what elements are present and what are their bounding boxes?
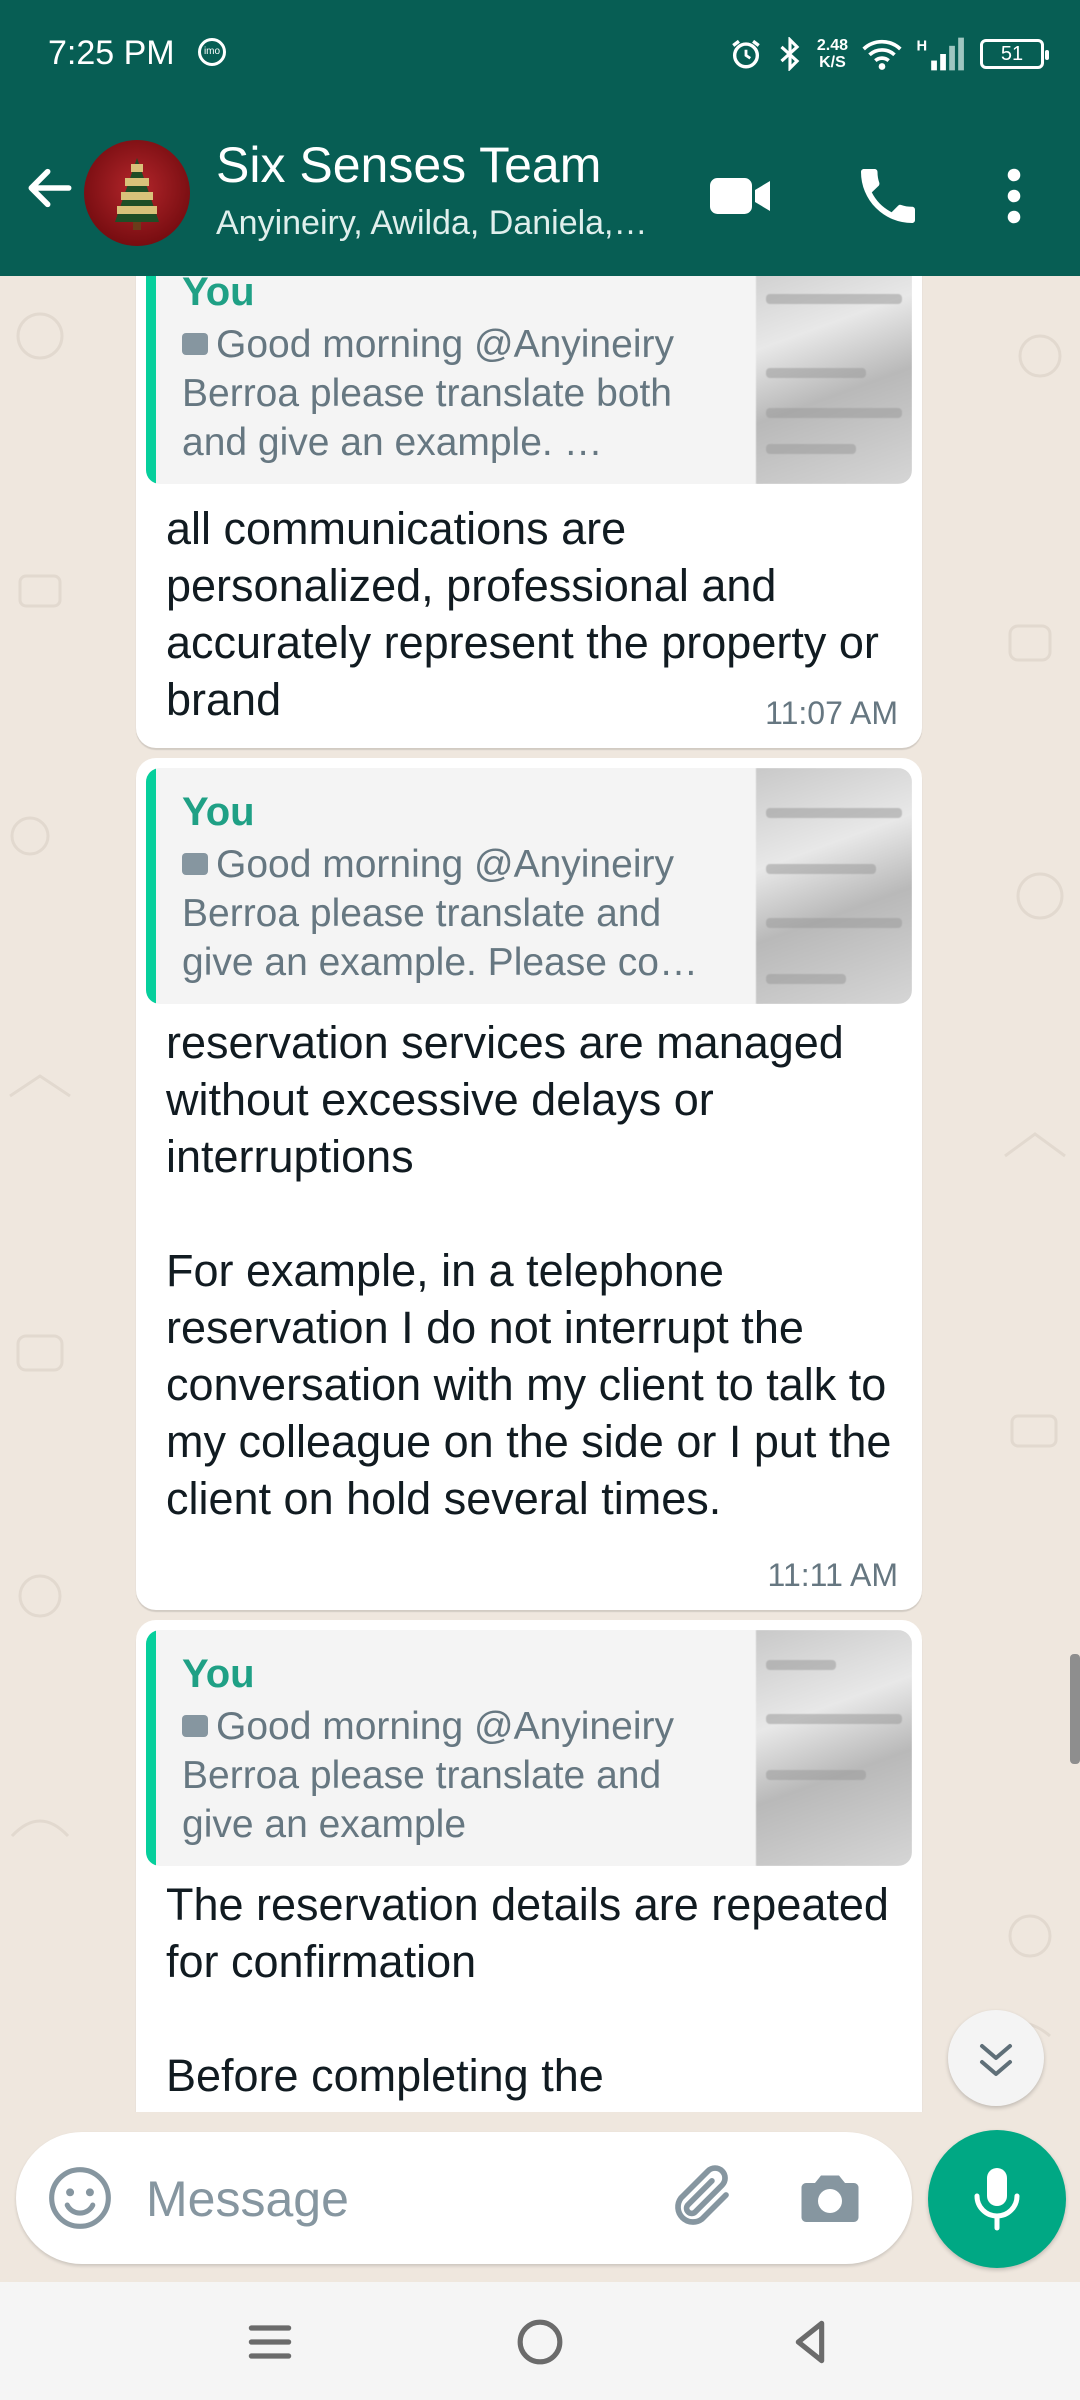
quote-thumbnail bbox=[756, 276, 912, 484]
system-nav-bar bbox=[0, 2282, 1080, 2400]
message-bubble[interactable]: You Good morning @Anyineiry Berroa pleas… bbox=[136, 758, 922, 1610]
quote-author: You bbox=[182, 1652, 255, 1696]
status-bar: 7:25 PM imo 2.48 K/S H 51 bbox=[0, 0, 1080, 108]
chat-area[interactable]: You Good morning @Anyineiry Berroa pleas… bbox=[0, 276, 1080, 2112]
wifi-icon bbox=[862, 39, 902, 70]
chat-title[interactable]: Six Senses Team bbox=[216, 136, 601, 194]
emoji-icon[interactable] bbox=[46, 2164, 114, 2232]
quoted-message[interactable]: You Good morning @Anyineiry Berroa pleas… bbox=[146, 768, 912, 1004]
quote-thumbnail bbox=[756, 768, 912, 1004]
signal-icon: H bbox=[916, 37, 964, 71]
image-icon bbox=[182, 332, 208, 355]
video-call-icon[interactable] bbox=[704, 160, 776, 232]
quote-thumbnail bbox=[756, 1630, 912, 1866]
voice-call-icon[interactable] bbox=[852, 160, 924, 232]
chat-participants[interactable]: Anyineiry, Awilda, Daniela,… bbox=[216, 204, 676, 243]
home-icon[interactable] bbox=[512, 2314, 568, 2370]
scrollbar-thumb[interactable] bbox=[1070, 1654, 1080, 1764]
group-avatar[interactable] bbox=[84, 140, 190, 246]
scroll-to-bottom-button[interactable] bbox=[948, 2010, 1044, 2106]
back-icon[interactable] bbox=[782, 2314, 838, 2370]
message-text: all communications are personalized, pro… bbox=[166, 503, 892, 725]
message-bubble[interactable]: You Good morning @Anyineiry Berroa pleas… bbox=[136, 1620, 922, 2112]
quote-accent-bar bbox=[146, 1630, 156, 1866]
camera-icon[interactable] bbox=[794, 2162, 866, 2234]
scroll-down-icon bbox=[980, 2044, 1012, 2076]
quote-text: Good morning @Anyineiry Berroa please tr… bbox=[182, 323, 674, 464]
voice-message-button[interactable] bbox=[928, 2130, 1066, 2268]
alarm-icon bbox=[732, 39, 760, 69]
quote-author: You bbox=[182, 790, 255, 834]
image-icon bbox=[182, 1714, 208, 1737]
mic-icon bbox=[974, 2168, 1020, 2231]
message-time: 11:07 AM bbox=[765, 695, 898, 731]
quoted-message[interactable]: You Good morning @Anyineiry Berroa pleas… bbox=[146, 1630, 912, 1866]
bluetooth-icon bbox=[780, 37, 800, 71]
chat-header: Six Senses Team Anyineiry, Awilda, Danie… bbox=[0, 108, 1080, 276]
quote-text: Good morning @Anyineiry Berroa please tr… bbox=[182, 1705, 674, 1846]
attach-icon[interactable] bbox=[666, 2162, 738, 2234]
avatar-image bbox=[115, 158, 159, 230]
message-time: 11:11 AM bbox=[767, 1557, 898, 1593]
message-bubble[interactable]: You Good morning @Anyineiry Berroa pleas… bbox=[136, 276, 922, 748]
notification-icon: imo bbox=[198, 38, 226, 66]
battery-indicator: 51 bbox=[980, 39, 1049, 69]
quote-text: Good morning @Anyineiry Berroa please tr… bbox=[182, 843, 698, 984]
message-text: The reservation details are repeated for… bbox=[166, 1879, 889, 2101]
message-composer bbox=[16, 2132, 912, 2264]
image-icon bbox=[182, 852, 208, 875]
quote-accent-bar bbox=[146, 768, 156, 1004]
recents-icon[interactable] bbox=[242, 2314, 298, 2370]
message-text: reservation services are managed without… bbox=[166, 1017, 892, 1524]
message-input[interactable] bbox=[144, 2166, 648, 2232]
svg-text:H: H bbox=[916, 39, 927, 55]
network-speed: 2.48 K/S bbox=[816, 37, 848, 71]
quoted-message[interactable]: You Good morning @Anyineiry Berroa pleas… bbox=[146, 276, 912, 484]
status-time: 7:25 PM bbox=[48, 34, 175, 72]
status-icons: 2.48 K/S H 51 bbox=[729, 26, 1049, 82]
quote-accent-bar bbox=[146, 276, 156, 484]
quote-author: You bbox=[182, 276, 255, 314]
more-options-icon[interactable] bbox=[978, 160, 1050, 232]
back-arrow-icon[interactable] bbox=[22, 160, 78, 216]
